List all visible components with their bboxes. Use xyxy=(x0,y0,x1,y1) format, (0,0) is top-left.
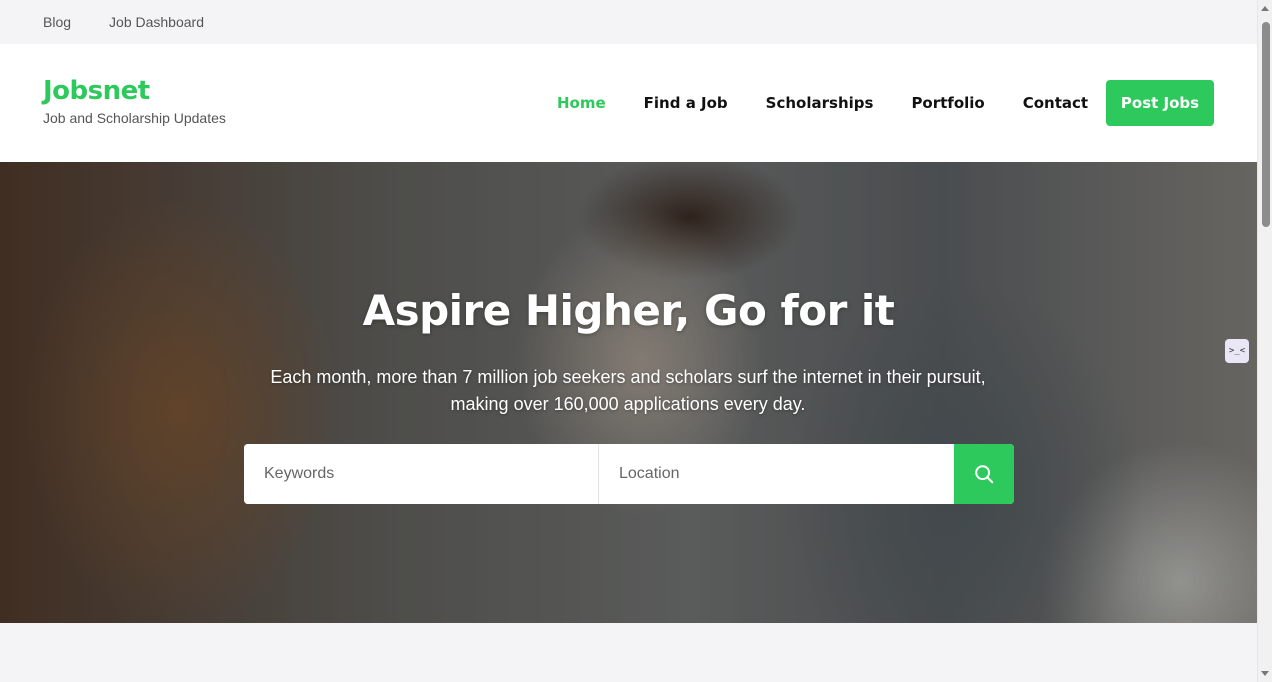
post-jobs-button[interactable]: Post Jobs xyxy=(1106,80,1214,126)
search-button[interactable] xyxy=(954,444,1014,504)
job-search-form xyxy=(244,444,1014,504)
scroll-down-arrow-icon[interactable] xyxy=(1261,671,1269,676)
topbar-link-job-dashboard[interactable]: Job Dashboard xyxy=(109,14,204,30)
page-scrollbar[interactable] xyxy=(1257,0,1272,682)
keywords-input[interactable] xyxy=(244,444,599,504)
brand-logo-text[interactable]: Jobsnet xyxy=(43,76,226,106)
hero-subtitle: Each month, more than 7 million job seek… xyxy=(228,364,1028,418)
nav-item-contact[interactable]: Contact xyxy=(1023,94,1088,112)
floating-widget-icon[interactable]: >_< xyxy=(1225,339,1249,363)
hero-subtitle-line-2: making over 160,000 applications every d… xyxy=(450,394,806,414)
nav-item-home[interactable]: Home xyxy=(557,94,606,112)
hero-title: Aspire Higher, Go for it xyxy=(362,286,895,335)
page: Blog Job Dashboard Jobsnet Job and Schol… xyxy=(0,0,1257,682)
nav-item-scholarships[interactable]: Scholarships xyxy=(766,94,874,112)
brand-tagline: Job and Scholarship Updates xyxy=(43,110,226,126)
topbar-link-blog[interactable]: Blog xyxy=(43,14,71,30)
brand[interactable]: Jobsnet Job and Scholarship Updates xyxy=(43,76,226,126)
top-bar: Blog Job Dashboard xyxy=(0,0,1257,44)
location-input[interactable] xyxy=(599,444,954,504)
search-icon xyxy=(975,465,994,484)
scroll-up-arrow-icon[interactable] xyxy=(1261,6,1269,11)
nav-item-find-a-job[interactable]: Find a Job xyxy=(644,94,728,112)
site-header: Jobsnet Job and Scholarship Updates Home… xyxy=(0,44,1257,162)
nav-item-portfolio[interactable]: Portfolio xyxy=(911,94,984,112)
hero-content: Aspire Higher, Go for it Each month, mor… xyxy=(0,162,1257,623)
main-nav: Home Find a Job Scholarships Portfolio C… xyxy=(557,44,1126,162)
hero-banner: Aspire Higher, Go for it Each month, mor… xyxy=(0,162,1257,623)
scroll-thumb[interactable] xyxy=(1262,22,1270,227)
hero-subtitle-line-1: Each month, more than 7 million job seek… xyxy=(270,367,986,387)
